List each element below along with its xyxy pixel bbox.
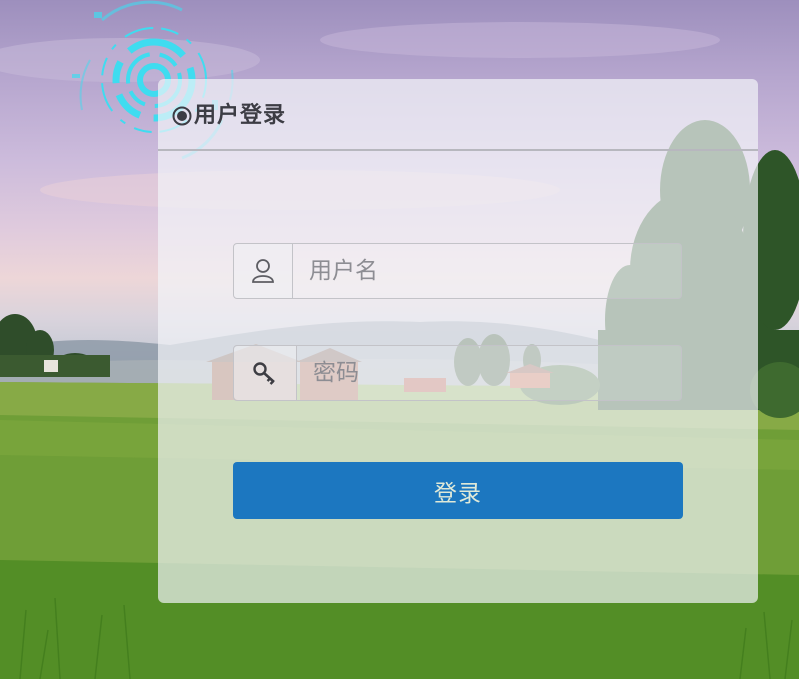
key-icon	[253, 362, 275, 385]
panel-header: 用户登录	[158, 79, 758, 151]
login-panel: 用户登录 登录	[158, 79, 758, 603]
username-input[interactable]	[293, 244, 681, 298]
title-row: 用户登录	[172, 103, 286, 129]
username-field[interactable]	[233, 243, 682, 299]
user-icon	[252, 259, 274, 283]
username-addon	[234, 244, 293, 298]
password-addon	[234, 346, 297, 400]
panel-title: 用户登录	[194, 103, 287, 128]
password-field[interactable]	[233, 345, 682, 401]
login-button[interactable]: 登录	[233, 462, 683, 519]
radio-bullet-icon	[172, 106, 192, 126]
password-input[interactable]	[297, 346, 681, 400]
